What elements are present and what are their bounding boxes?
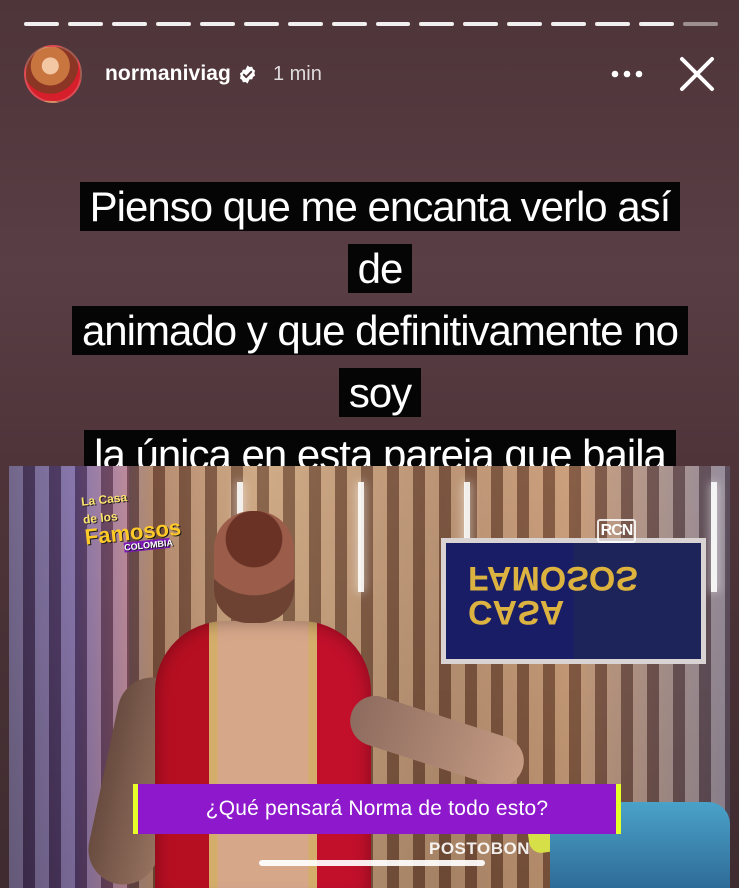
window-reflection-line-2: FAMOSOS	[468, 559, 639, 597]
progress-segment	[155, 22, 191, 26]
window-reflection-text: CASA FAMOSOS	[468, 559, 639, 631]
progress-segment	[463, 22, 499, 26]
progress-segment	[551, 22, 587, 26]
progress-segment	[67, 22, 103, 26]
story-progress-bar	[24, 22, 718, 26]
avatar[interactable]	[24, 45, 82, 103]
close-icon[interactable]	[671, 48, 723, 100]
person-head	[214, 511, 294, 623]
more-icon[interactable]	[605, 52, 649, 96]
progress-segment	[375, 22, 411, 26]
light-strip	[711, 482, 717, 592]
progress-segment	[287, 22, 323, 26]
show-logo: La Casa de los Famosos COLOMBIA	[80, 483, 182, 553]
story-header: normaniviag 1 min	[24, 42, 723, 106]
embedded-video-screenshot: CASA FAMOSOS La Casa de los Famosos COLO…	[9, 466, 730, 888]
lower-third-caption: ¿Qué pensará Norma de todo esto?	[133, 784, 621, 834]
progress-segment	[683, 22, 718, 26]
progress-segment	[331, 22, 367, 26]
progress-segment	[419, 22, 455, 26]
instagram-story-viewer[interactable]: normaniviag 1 min Pienso que me encanta …	[0, 0, 739, 888]
progress-segment	[595, 22, 631, 26]
reflective-window: CASA FAMOSOS	[441, 538, 706, 664]
window-reflection-line-1: CASA	[468, 593, 565, 631]
progress-segment	[507, 22, 543, 26]
username[interactable]: normaniviag	[105, 62, 231, 86]
progress-segment	[639, 22, 675, 26]
channel-logo: RCN	[597, 519, 636, 543]
story-time: 1 min	[272, 62, 322, 85]
caption-line-1: Pienso que me encanta verlo así de	[79, 182, 681, 293]
caption-line-2: animado y que definitivamente no soy	[71, 306, 689, 417]
sponsor-logo: POSTOBON	[429, 839, 530, 858]
red-vest	[155, 621, 371, 888]
progress-segment	[24, 22, 59, 26]
progress-segment	[111, 22, 147, 26]
home-indicator	[259, 860, 485, 866]
progress-segment	[199, 22, 235, 26]
progress-segment	[243, 22, 279, 26]
verified-icon	[237, 64, 258, 85]
